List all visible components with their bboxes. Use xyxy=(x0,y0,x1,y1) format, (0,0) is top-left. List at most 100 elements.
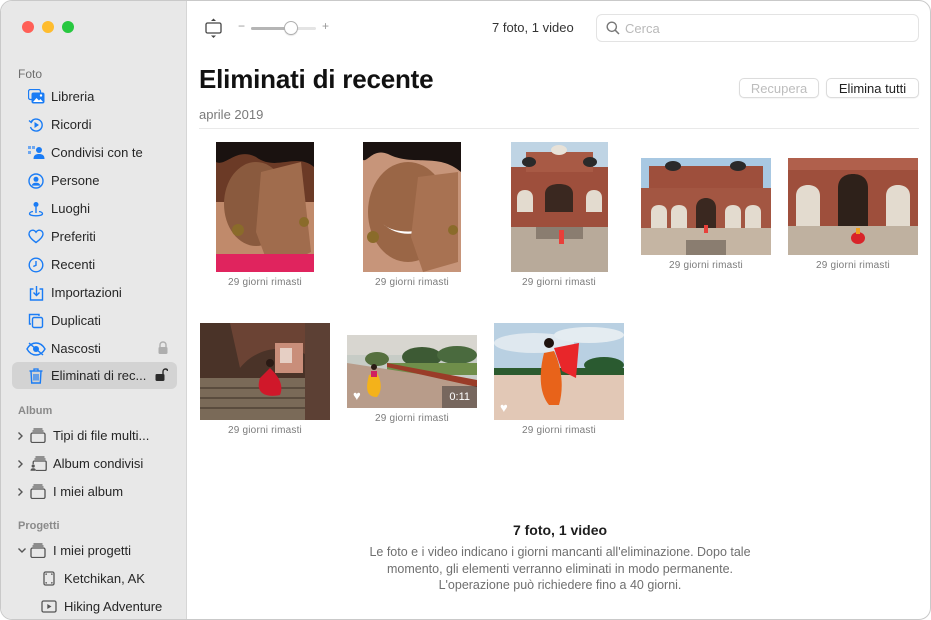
recover-button[interactable]: Recupera xyxy=(739,78,819,98)
item-count: 7 foto, 1 video xyxy=(492,20,574,35)
sidebar-item-label: Condivisi con te xyxy=(51,145,143,160)
tomb-photo-image xyxy=(511,142,608,272)
sidebar-item-recenti[interactable]: Recenti xyxy=(12,251,177,278)
book-icon xyxy=(40,570,58,588)
photo-thumbnail[interactable] xyxy=(216,142,314,272)
sidebar-item-eliminati-di-recente[interactable]: Eliminati di rec... xyxy=(12,362,177,389)
search-field[interactable] xyxy=(596,14,919,42)
portrait-photo-image xyxy=(363,142,461,272)
sidebar-item-label: Persone xyxy=(51,173,100,188)
days-remaining-label: 29 giorni rimasti xyxy=(669,260,743,271)
lock-icon xyxy=(158,341,168,357)
import-icon xyxy=(27,284,45,302)
days-remaining-label: 29 giorni rimasti xyxy=(816,260,890,271)
zoom-out-label[interactable]: − xyxy=(238,19,245,33)
sidebar-item-label: Duplicati xyxy=(51,313,101,328)
sidebar-item-tipi-di-file[interactable]: Tipi di file multi... xyxy=(12,422,177,449)
sidebar-item-i-miei-progetti[interactable]: I miei progetti xyxy=(12,537,177,564)
tomb-photo-image xyxy=(788,158,918,255)
video-duration: 0:11 xyxy=(442,386,477,408)
photo-thumbnail[interactable] xyxy=(363,142,461,272)
photo-thumbnail[interactable]: ♥ xyxy=(494,323,624,420)
album-stack-icon xyxy=(29,483,47,501)
section-label-foto: Foto xyxy=(18,67,43,81)
days-remaining-label: 29 giorni rimasti xyxy=(375,277,449,288)
album-stack-icon xyxy=(29,427,47,445)
summary-description: Le foto e i video indicano i giorni manc… xyxy=(369,545,751,592)
days-remaining-label: 29 giorni rimasti xyxy=(228,277,302,288)
clock-icon xyxy=(27,256,45,274)
sidebar-item-label: Hiking Adventure xyxy=(64,599,163,614)
sidebar-item-duplicati[interactable]: Duplicati xyxy=(12,307,177,334)
hidden-eye-icon xyxy=(24,340,48,358)
zoom-in-label[interactable]: + xyxy=(322,19,329,33)
chevron-right-icon[interactable] xyxy=(17,431,27,441)
page-title: Eliminati di recente xyxy=(199,64,434,94)
sidebar-item-label: Nascosti xyxy=(51,341,101,356)
sidebar-item-label: Luoghi xyxy=(51,201,91,216)
sidebar-item-album-condivisi[interactable]: Album condivisi xyxy=(12,450,177,477)
close-button[interactable] xyxy=(22,21,34,33)
divider xyxy=(199,128,919,129)
chevron-right-icon[interactable] xyxy=(17,459,27,469)
places-icon xyxy=(27,200,45,218)
memories-icon xyxy=(27,116,45,134)
favorite-heart-icon[interactable]: ♥ xyxy=(353,389,361,402)
sidebar-item-persone[interactable]: Persone xyxy=(12,167,177,194)
days-remaining-label: 29 giorni rimasti xyxy=(375,413,449,424)
chevron-right-icon[interactable] xyxy=(17,487,27,497)
video-thumbnail[interactable]: ♥ 0:11 xyxy=(347,335,477,408)
delete-all-button[interactable]: Elimina tutti xyxy=(826,78,919,98)
zoom-slider[interactable] xyxy=(251,21,316,35)
trash-icon xyxy=(27,367,45,385)
search-input[interactable] xyxy=(625,20,895,36)
section-label-progetti: Progetti xyxy=(18,520,60,532)
sidebar-item-label: Ricordi xyxy=(51,117,92,132)
sidebar-item-nascosti[interactable]: Nascosti xyxy=(12,335,177,362)
sidebar-item-condivisi-con-te[interactable]: Condivisi con te xyxy=(12,139,177,166)
sidebar-item-label: Importazioni xyxy=(51,285,122,300)
sidebar-item-label: Libreria xyxy=(51,89,95,104)
photo-thumbnail[interactable] xyxy=(641,158,771,255)
shared-with-you-icon xyxy=(27,144,45,162)
duplicates-icon xyxy=(27,312,45,330)
shared-album-icon xyxy=(29,455,47,473)
zoom-slider-knob[interactable] xyxy=(284,21,299,35)
photo-thumbnail[interactable] xyxy=(788,158,918,255)
sidebar-item-label: I miei progetti xyxy=(53,543,132,558)
photo-thumbnail[interactable] xyxy=(511,142,608,272)
tomb-photo-image xyxy=(641,158,771,255)
sidebar: Foto Libreria Ricordi Condivisi con te P… xyxy=(1,1,187,619)
sidebar-item-importazioni[interactable]: Importazioni xyxy=(12,279,177,306)
photo-thumbnail[interactable] xyxy=(200,323,330,420)
days-remaining-label: 29 giorni rimasti xyxy=(522,425,596,436)
photos-window: Foto Libreria Ricordi Condivisi con te P… xyxy=(0,0,931,620)
window-controls xyxy=(22,21,74,33)
search-icon xyxy=(606,21,620,35)
favorite-heart-icon[interactable]: ♥ xyxy=(500,401,508,414)
sidebar-item-i-miei-album[interactable]: I miei album xyxy=(12,478,177,505)
library-icon xyxy=(27,88,45,106)
zoom-button[interactable] xyxy=(62,21,74,33)
sidebar-item-label: Eliminati di rec... xyxy=(51,368,147,383)
dancer-photo-image xyxy=(494,323,624,420)
slideshow-icon xyxy=(40,598,58,616)
chevron-down-icon[interactable] xyxy=(17,547,27,554)
people-icon xyxy=(27,172,45,190)
days-remaining-label: 29 giorni rimasti xyxy=(228,425,302,436)
sidebar-item-libreria[interactable]: Libreria xyxy=(12,83,177,110)
sidebar-item-ketchikan[interactable]: Ketchikan, AK xyxy=(12,565,177,592)
sidebar-item-hiking-adventure[interactable]: Hiking Adventure xyxy=(12,593,177,619)
sidebar-item-preferiti[interactable]: Preferiti xyxy=(12,223,177,250)
main-content: − + 7 foto, 1 video Eliminati di recente… xyxy=(188,1,930,619)
unlocked-icon[interactable] xyxy=(155,368,169,384)
sidebar-item-luoghi[interactable]: Luoghi xyxy=(12,195,177,222)
section-label-album: Album xyxy=(18,405,53,417)
sidebar-item-label: Tipi di file multi... xyxy=(53,428,150,443)
sidebar-item-label: Preferiti xyxy=(51,229,96,244)
sidebar-item-label: Recenti xyxy=(51,257,96,272)
aspect-ratio-toggle-icon[interactable] xyxy=(205,18,222,44)
minimize-button[interactable] xyxy=(42,21,54,33)
sidebar-item-ricordi[interactable]: Ricordi xyxy=(12,111,177,138)
portrait-photo-image xyxy=(216,142,314,272)
